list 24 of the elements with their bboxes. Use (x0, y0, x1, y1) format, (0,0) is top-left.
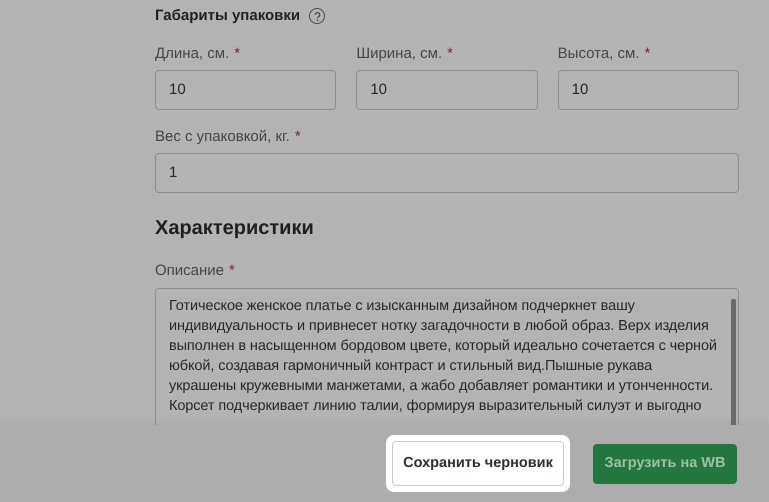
description-line: Корсет подчеркивает линию талии, формируя выразительный силуэт и выгодно (169, 397, 702, 416)
input-field[interactable]: 10 (356, 70, 538, 110)
required-mark: * (294, 127, 301, 147)
section-title: Габариты упаковки (155, 6, 300, 26)
input-field[interactable]: 1 (155, 153, 739, 193)
help-icon (309, 8, 326, 24)
field-label: Вес с упаковкой, кг. (155, 127, 290, 147)
field-label: Длина, см. (155, 44, 230, 64)
required-mark: * (229, 261, 235, 281)
description-line: индивидуальность и привнесет нотку загадочности в любой образ. Верх изделия (169, 317, 710, 336)
description-line: Готическое женское платье с изысканным дизайном подчеркнет вашу (169, 297, 636, 316)
input-field[interactable]: 10 (558, 70, 739, 110)
field-label: Ширина, см. (356, 44, 442, 64)
field-label: Описание (155, 261, 224, 281)
input-field[interactable]: 10 (155, 70, 336, 110)
required-mark: * (447, 44, 453, 64)
section-title: Характеристики (155, 216, 315, 241)
description-line: украшены кружевными манжетами, а жабо добавляет романтики и утонченности. (169, 377, 714, 396)
required-mark: * (234, 44, 240, 64)
field-label: Высота, см. (558, 44, 640, 64)
save-draft-button[interactable]: Сохранить черновик (392, 441, 564, 486)
description-line: юбкой, создавая гармоничный контраст и стильный вид.Пышные рукава (169, 357, 654, 376)
required-mark: * (644, 44, 650, 64)
description-line: выполнен в насыщенном бордовом цвете, который идеально сочетается с черной (169, 337, 718, 356)
